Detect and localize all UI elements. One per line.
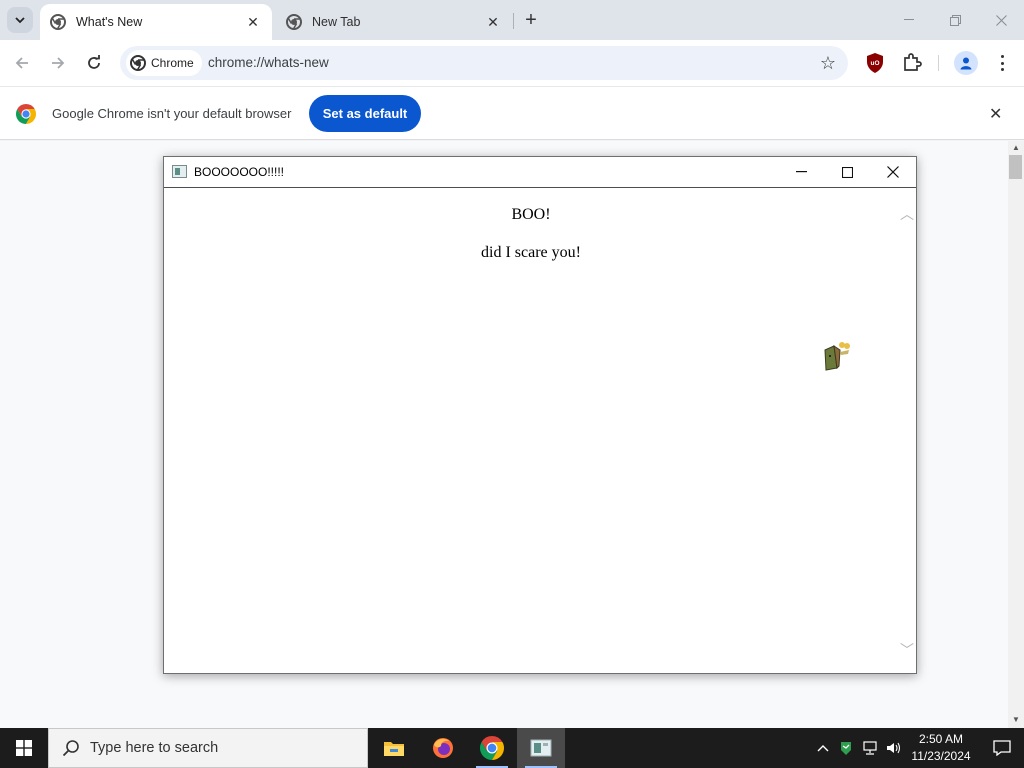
volume-tray-icon[interactable] <box>884 728 904 768</box>
security-tray-icon[interactable] <box>836 728 856 768</box>
popup-app-taskbar-button[interactable] <box>517 728 565 768</box>
popup-maximize-button[interactable] <box>824 157 870 187</box>
chrome-logo-icon <box>480 736 504 760</box>
minimize-icon <box>904 19 914 20</box>
popup-scroll-down-icon[interactable]: ﹀ <box>900 640 914 660</box>
popup-message: did I scare you! <box>481 244 581 261</box>
reload-button[interactable] <box>80 49 108 77</box>
chevron-up-icon <box>817 745 829 752</box>
popup-title: BOOOOOOO!!!!! <box>194 165 285 179</box>
popup-close-button[interactable] <box>870 157 916 187</box>
popup-minimize-button[interactable] <box>778 157 824 187</box>
restore-icon <box>949 14 961 26</box>
close-tab-icon[interactable]: ✕ <box>484 13 502 31</box>
restore-window-button[interactable] <box>932 0 978 40</box>
minimize-window-button[interactable] <box>886 0 932 40</box>
network-tray-icon[interactable] <box>860 728 882 768</box>
clock-date: 11/23/2024 <box>911 749 971 763</box>
app-window-icon <box>172 165 187 178</box>
popup-scroll-up-icon[interactable]: ︿ <box>900 204 914 224</box>
chrome-favicon-icon <box>50 14 66 30</box>
firefox-taskbar-button[interactable] <box>419 728 467 768</box>
taskbar-clock[interactable]: 2:50 AM 11/23/2024 <box>905 731 977 765</box>
tab-search-button[interactable] <box>7 7 33 33</box>
tab-title: New Tab <box>312 15 361 29</box>
tab-strip: What's New ✕ New Tab ✕ + <box>0 0 1024 40</box>
notification-icon <box>993 740 1011 756</box>
popup-window: BOOOOOOO!!!!! BOO! did I scare you! ︿ ﹀ <box>163 156 917 674</box>
folder-icon <box>384 742 404 756</box>
back-button[interactable] <box>8 49 36 77</box>
search-placeholder: Type here to search <box>90 740 219 756</box>
minimize-icon <box>795 171 807 173</box>
default-browser-infobar: Google Chrome isn't your default browser… <box>0 86 1024 140</box>
arrow-right-icon <box>52 57 65 69</box>
site-chip-label: Chrome <box>151 56 194 70</box>
clock-time: 2:50 AM <box>918 732 964 746</box>
chrome-logo-icon <box>16 104 36 124</box>
chrome-logo-icon <box>130 55 146 71</box>
tab-title: What's New <box>76 15 143 29</box>
show-hidden-icons-button[interactable] <box>812 728 834 768</box>
arrow-left-icon <box>15 57 28 69</box>
notifications-button[interactable] <box>980 728 1024 768</box>
popup-heading: BOO! <box>511 206 551 223</box>
start-button[interactable] <box>0 728 48 768</box>
close-tab-icon[interactable]: ✕ <box>244 13 262 31</box>
taskbar-search-box[interactable]: Type here to search <box>48 728 368 768</box>
popup-body: BOO! did I scare you! ︿ ﹀ <box>166 190 914 672</box>
firefox-icon <box>433 738 453 758</box>
popup-titlebar[interactable]: BOOOOOOO!!!!! <box>164 157 916 188</box>
scroll-up-arrow-icon[interactable]: ▲ <box>1012 143 1020 152</box>
chrome-favicon-icon <box>286 14 302 30</box>
tab-whats-new[interactable]: What's New ✕ <box>40 4 272 40</box>
chevron-down-icon <box>15 17 25 24</box>
forward-button[interactable] <box>44 49 72 77</box>
app-window-icon <box>530 739 552 757</box>
extensions-puzzle-icon[interactable] <box>902 52 922 75</box>
bookmark-star-icon[interactable]: ☆ <box>820 53 836 74</box>
site-info-chip[interactable]: Chrome <box>126 50 202 76</box>
file-explorer-taskbar-button[interactable] <box>370 728 418 768</box>
windows-logo-icon <box>16 740 32 756</box>
browser-toolbar: Chrome chrome://whats-new ☆ uO <box>0 40 1024 86</box>
page-scrollbar[interactable]: ▲ ▼ <box>1008 141 1024 728</box>
new-tab-button[interactable]: + <box>519 8 543 32</box>
menu-kebab-icon[interactable] <box>995 52 1009 74</box>
set-as-default-button[interactable]: Set as default <box>309 95 421 132</box>
ublock-extension-icon[interactable]: uO <box>866 53 884 76</box>
url-text[interactable]: chrome://whats-new <box>208 55 329 70</box>
svg-text:uO: uO <box>870 60 879 67</box>
search-icon <box>62 740 79 757</box>
infobar-message: Google Chrome isn't your default browser <box>52 106 292 121</box>
toolbar-divider <box>938 55 939 71</box>
reload-icon <box>88 55 100 69</box>
animated-character-image <box>824 342 850 371</box>
chrome-taskbar-button[interactable] <box>468 728 516 768</box>
close-icon <box>887 166 899 178</box>
tab-new-tab[interactable]: New Tab ✕ <box>276 4 512 40</box>
close-window-button[interactable] <box>978 0 1024 40</box>
address-bar[interactable]: Chrome chrome://whats-new ☆ <box>120 46 848 80</box>
close-infobar-icon[interactable]: ✕ <box>989 104 1002 124</box>
close-icon <box>995 14 1007 26</box>
tab-divider <box>513 13 514 29</box>
scrollbar-thumb[interactable] <box>1009 155 1022 179</box>
scroll-down-arrow-icon[interactable]: ▼ <box>1012 715 1020 724</box>
profile-avatar-icon[interactable] <box>954 51 978 75</box>
maximize-icon <box>841 166 853 178</box>
windows-taskbar: Type here to search 2:50 AM 11/23/2024 <box>0 728 1024 768</box>
